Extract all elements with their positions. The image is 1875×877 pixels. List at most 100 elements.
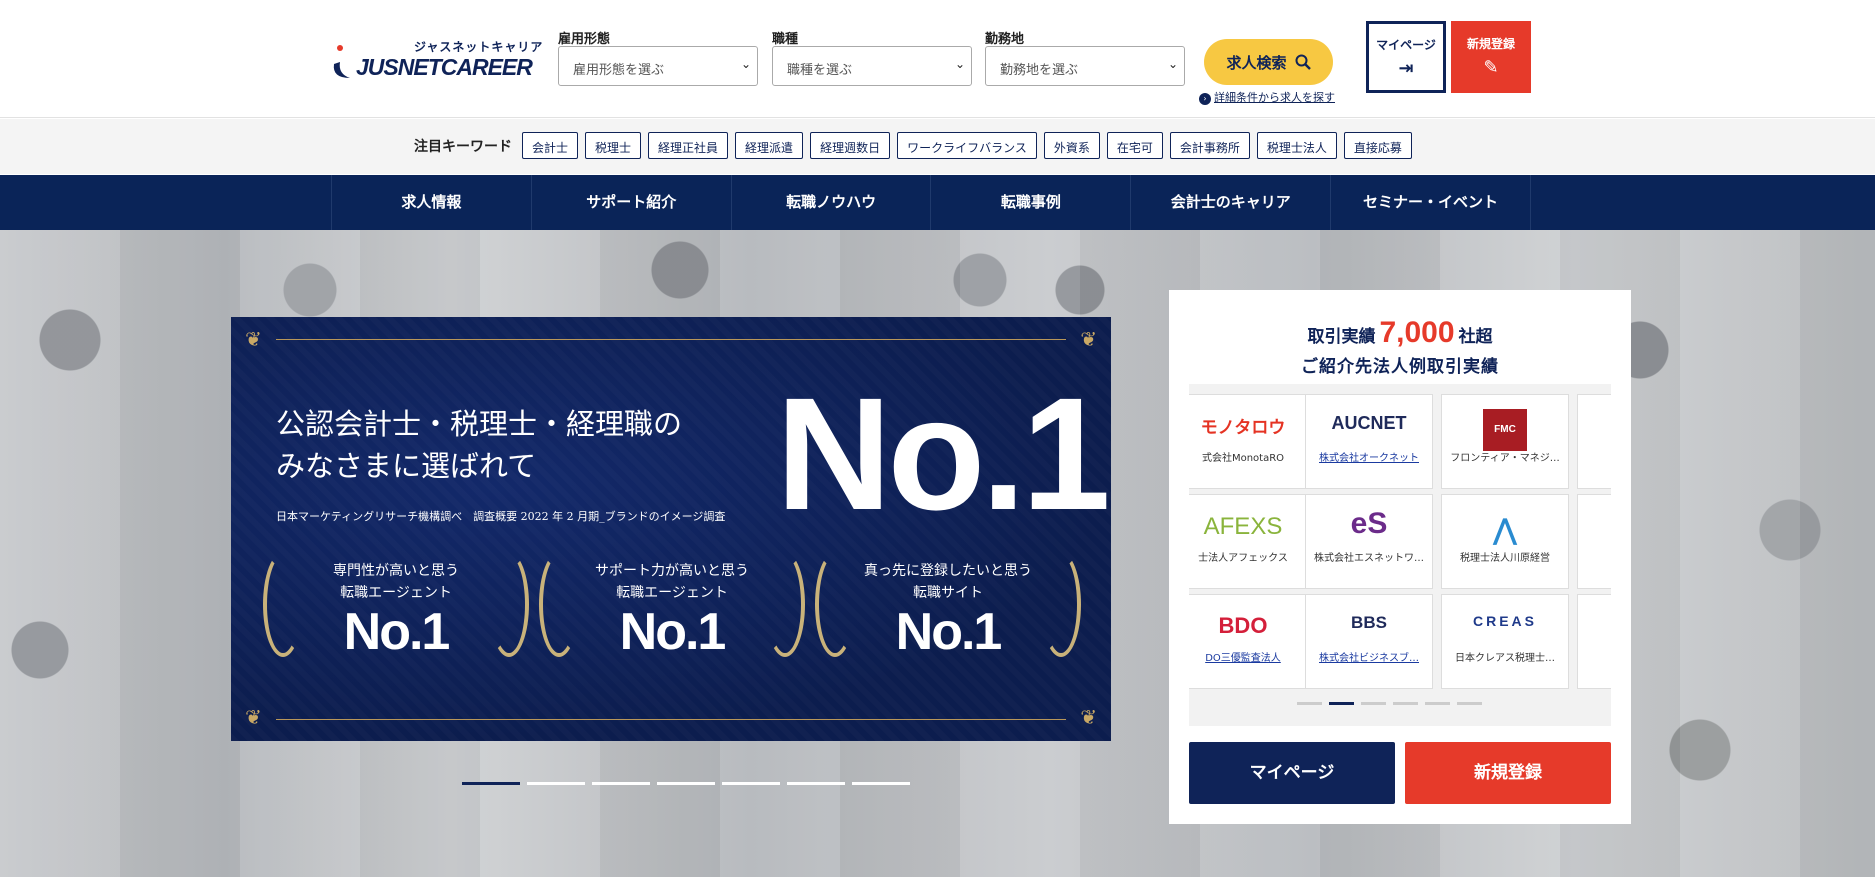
client-logo-card[interactable]: [1577, 494, 1611, 589]
keyword-tag[interactable]: 会計士: [522, 132, 579, 159]
logo-carousel-dot[interactable]: [1297, 702, 1322, 705]
keyword-tag[interactable]: 外資系: [1043, 132, 1100, 159]
header: ジャスネットキャリア JUSNETCAREER 雇用形態 雇用形態を選ぶ ⌄ 職種…: [0, 0, 1875, 118]
keyword-tag[interactable]: 会計事務所: [1169, 132, 1250, 159]
keyword-tag[interactable]: 税理士法人: [1256, 132, 1337, 159]
logo-kana: ジャスネットキャリア: [414, 40, 544, 54]
carousel-dot[interactable]: [787, 782, 845, 785]
client-logo-card[interactable]: [1577, 594, 1611, 689]
job-search-button[interactable]: 求人検索: [1204, 39, 1333, 85]
location-select: 勤務地 勤務地を選ぶ ⌄: [985, 28, 1185, 86]
register-header-label: 新規登録: [1466, 37, 1515, 51]
login-icon: ⇥: [1398, 58, 1414, 79]
client-logo-card[interactable]: eS 株式会社エスネットワ…: [1305, 494, 1433, 589]
laurel-right-icon: [489, 552, 529, 657]
client-logo-mark: AFEXS: [1203, 513, 1283, 540]
logo-carousel-dot[interactable]: [1329, 702, 1354, 705]
nav-item-knowhow[interactable]: 転職ノウハウ: [732, 175, 932, 230]
client-name: 士法人アフェックス: [1198, 553, 1288, 564]
banner-rule-top: [276, 339, 1066, 340]
client-logo-mark-text: FMC: [1483, 409, 1527, 451]
panel-subtitle: ご紹介先法人例取引実績: [1301, 357, 1499, 377]
advanced-search-link[interactable]: › 詳細条件から求人を探す: [1199, 89, 1335, 105]
location-value: 勤務地を選ぶ: [1000, 63, 1079, 78]
client-logo-card[interactable]: AUCNET 株式会社オークネット: [1305, 394, 1433, 489]
laurel-right-icon: [1041, 552, 1081, 657]
job-select: 職種 職種を選ぶ ⌄: [772, 28, 972, 86]
client-logo-mark: FMC: [1442, 395, 1568, 451]
corner-ornament-icon: ❦: [245, 705, 262, 729]
client-logo-mark: ⋀: [1442, 495, 1568, 545]
client-logo-card[interactable]: [1577, 394, 1611, 489]
laurel-left-icon: [539, 552, 579, 657]
client-logo-card[interactable]: FMC フロンティア・マネジ…: [1441, 394, 1569, 489]
keyword-tag[interactable]: 経理派遣: [735, 132, 804, 159]
register-header-button[interactable]: 新規登録 ✎: [1451, 21, 1531, 93]
corner-ornament-icon: ❦: [245, 327, 262, 351]
nav-item-support[interactable]: サポート紹介: [532, 175, 732, 230]
carousel-dot[interactable]: [592, 782, 650, 785]
client-logo-mark: eS: [1350, 507, 1388, 540]
mypage-button[interactable]: マイページ: [1189, 742, 1395, 804]
banner-headline: 公認会計士・税理士・経理職の みなさまに選ばれて: [276, 403, 682, 487]
client-logo-card[interactable]: BDO DO三優監査法人: [1189, 594, 1307, 689]
keyword-tag[interactable]: 在宅可: [1106, 132, 1163, 159]
logo-carousel-dot[interactable]: [1457, 702, 1482, 705]
client-logo-symbol-icon: ⋀: [1493, 514, 1517, 545]
client-name: DO三優監査法人: [1205, 653, 1281, 664]
job-label: 職種: [772, 32, 799, 47]
banner-note: 日本マーケティングリサーチ機構調べ 調査概要 2022 年 2 月期_ブランドの…: [276, 510, 726, 523]
client-logo-mark: BDO: [1218, 613, 1268, 638]
hero-banner[interactable]: ❦ ❦ ❦ ❦ 公認会計士・税理士・経理職の みなさまに選ばれて No.1 日本…: [231, 317, 1111, 741]
panel-title-number: 7,000: [1379, 316, 1455, 349]
keyword-tag[interactable]: ワークライフバランス: [897, 132, 1037, 159]
laurel-right-icon: [765, 552, 805, 657]
client-logo-card[interactable]: BBS 株式会社ビジネスブ…: [1305, 594, 1433, 689]
carousel-dots: [462, 782, 910, 785]
carousel-dot[interactable]: [527, 782, 585, 785]
panel-title-post: 社超: [1458, 327, 1493, 347]
mypage-header-button[interactable]: マイページ ⇥: [1366, 21, 1446, 93]
nav-item-seminar[interactable]: セミナー・イベント: [1331, 175, 1531, 230]
logo-carousel-dot[interactable]: [1425, 702, 1450, 705]
register-button[interactable]: 新規登録: [1405, 742, 1611, 804]
employment-select: 雇用形態 雇用形態を選ぶ ⌄: [558, 28, 758, 86]
keyword-title: 注目キーワード: [414, 139, 512, 155]
search-icon: [1295, 54, 1311, 70]
job-search-label: 求人検索: [1226, 53, 1287, 72]
location-dropdown[interactable]: 勤務地を選ぶ ⌄: [985, 46, 1185, 86]
job-dropdown[interactable]: 職種を選ぶ ⌄: [772, 46, 972, 86]
award-item: サポート力が高いと思う 転職エージェント No.1: [537, 552, 807, 672]
keyword-tag[interactable]: 税理士: [585, 132, 642, 159]
keyword-list: 会計士 税理士 経理正社員 経理派遣 経理週数日 ワークライフバランス 外資系 …: [522, 132, 1412, 159]
carousel-dot[interactable]: [657, 782, 715, 785]
edit-icon: ✎: [1483, 57, 1499, 78]
carousel-dot[interactable]: [722, 782, 780, 785]
logo-carousel-dot[interactable]: [1361, 702, 1386, 705]
nav-item-jobs[interactable]: 求人情報: [332, 175, 532, 230]
corner-ornament-icon: ❦: [1080, 705, 1097, 729]
carousel-dot[interactable]: [852, 782, 910, 785]
banner-rule-bottom: [276, 719, 1066, 720]
nav-item-cases[interactable]: 転職事例: [931, 175, 1132, 230]
client-name: 株式会社オークネット: [1319, 453, 1419, 464]
employment-dropdown[interactable]: 雇用形態を選ぶ ⌄: [558, 46, 758, 86]
award-item: 専門性が高いと思う 転職エージェント No.1: [261, 552, 531, 672]
client-name: 式会社MonotaRO: [1201, 453, 1285, 464]
client-logo-mark: CREAS: [1472, 613, 1537, 629]
client-logo-card[interactable]: AFEXS 士法人アフェックス: [1189, 494, 1307, 589]
client-panel: 取引実績 7,000 社超 ご紹介先法人例取引実績 モノタロウ 式会社MonotaRO…: [1169, 290, 1631, 824]
logo-carousel-dot[interactable]: [1393, 702, 1418, 705]
chevron-down-icon: ⌄: [740, 57, 751, 71]
panel-title: 取引実績 7,000 社超: [1169, 316, 1631, 350]
keyword-tag[interactable]: 経理週数日: [810, 132, 891, 159]
carousel-dot[interactable]: [462, 782, 520, 785]
client-logo-card[interactable]: ⋀ 税理士法人川原経営: [1441, 494, 1569, 589]
client-logo-card[interactable]: CREAS 日本クレアス税理士…: [1441, 594, 1569, 689]
keyword-tag[interactable]: 経理正社員: [648, 132, 729, 159]
nav-item-cpa-career[interactable]: 会計士のキャリア: [1131, 175, 1332, 230]
logo-brand: JUSNETCAREER: [356, 54, 533, 80]
keyword-tag[interactable]: 直接応募: [1343, 132, 1412, 159]
site-logo[interactable]: ジャスネットキャリア JUSNETCAREER: [328, 34, 542, 86]
client-logo-card[interactable]: モノタロウ 式会社MonotaRO: [1189, 394, 1307, 489]
